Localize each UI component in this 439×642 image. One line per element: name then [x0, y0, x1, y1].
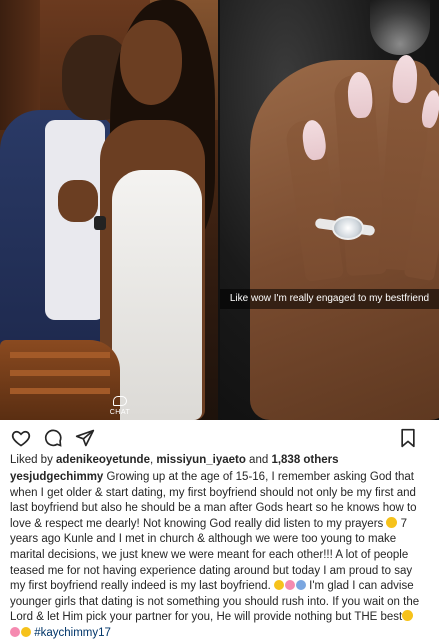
- sparkles-emoji-icon: [21, 626, 31, 637]
- wristwatch: [94, 216, 106, 230]
- diamond: [332, 216, 364, 240]
- white-dress: [112, 170, 202, 420]
- heart-icon[interactable]: [10, 427, 32, 449]
- snapchat-caption: Like wow I'm really engaged to my bestfr…: [220, 289, 439, 309]
- ring-emoji-icon: [295, 580, 306, 591]
- share-icon[interactable]: [74, 427, 96, 449]
- wooden-chair: [0, 340, 120, 420]
- hand-with-ring: [58, 180, 98, 222]
- couple-emoji-icon: [10, 626, 20, 637]
- ring-photo[interactable]: Like wow I'm really engaged to my bestfr…: [220, 0, 439, 420]
- smiling-face-emoji-icon: [386, 516, 398, 528]
- caption-username[interactable]: yesjudgechimmy: [10, 471, 103, 483]
- couple-photo[interactable]: CHAT: [0, 0, 218, 420]
- photo-carousel[interactable]: CHAT Like wow I'm really engaged to my b…: [0, 0, 439, 420]
- couple-emoji-icon: [284, 580, 295, 591]
- chat-bubble-icon: [113, 396, 127, 406]
- glass-object: [370, 0, 430, 55]
- smiling-face-emoji-icon: [402, 610, 414, 622]
- caption-hashtag[interactable]: #kaychimmy17: [34, 627, 111, 639]
- woman-face: [120, 20, 182, 105]
- chat-label: CHAT: [109, 409, 131, 416]
- comment-icon[interactable]: [42, 427, 64, 449]
- action-bar: [0, 420, 439, 456]
- heart-eyes-emoji-icon: [273, 580, 284, 591]
- post-caption: yesjudgechimmy Growing up at the age of …: [0, 466, 439, 642]
- bookmark-icon[interactable]: [397, 427, 419, 449]
